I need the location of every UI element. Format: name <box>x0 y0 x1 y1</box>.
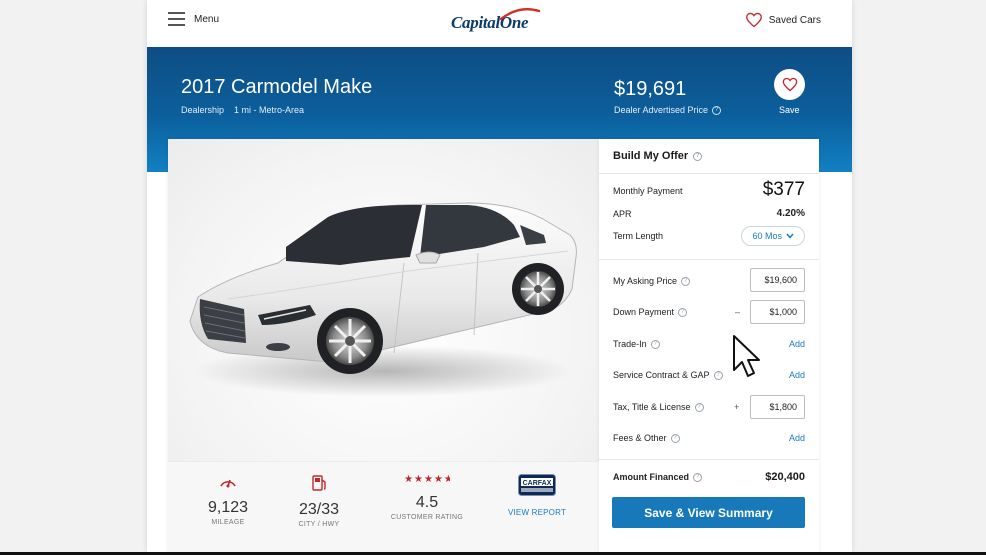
car-title: 2017 Carmodel Make <box>181 76 373 98</box>
term-length-select[interactable]: 60 Mos <box>741 226 805 246</box>
vehicle-image-card: 9,123 MILEAGE 23/33 CITY / HWY ★★★★★ 4.5… <box>168 139 599 552</box>
trade-in-add-link[interactable]: Add <box>789 339 805 349</box>
down-payment-input[interactable] <box>750 300 805 324</box>
capital-one-logo[interactable]: CapitalOne <box>451 8 541 38</box>
service-contract-label: Service Contract & GAP <box>613 370 710 380</box>
menu-label: Menu <box>194 13 220 25</box>
asking-price-row: My Asking Price ? <box>613 276 691 286</box>
carfax-icon: CARFAX <box>518 474 556 496</box>
service-contract-add-link[interactable]: Add <box>789 370 805 380</box>
fuel-economy-label: CITY / HWY <box>298 521 340 528</box>
heart-icon <box>745 12 762 28</box>
monthly-payment-label: Monthly Payment <box>613 186 683 196</box>
plus-sign: + <box>734 402 740 412</box>
divider <box>599 173 819 174</box>
fees-add-link[interactable]: Add <box>789 433 805 443</box>
down-payment-row: Down Payment ? <box>613 307 688 317</box>
asking-price-label: My Asking Price <box>613 276 678 286</box>
gauge-icon <box>220 479 236 488</box>
fees-row: Fees & Other ? <box>613 433 680 443</box>
top-nav: Menu CapitalOne Saved Cars <box>147 0 852 47</box>
vehicle-stats: 9,123 MILEAGE 23/33 CITY / HWY ★★★★★ 4.5… <box>168 461 599 552</box>
view-report-link[interactable]: VIEW REPORT <box>505 508 569 517</box>
apr-row: APR <box>613 209 632 219</box>
info-icon[interactable]: ? <box>681 276 691 286</box>
hamburger-icon <box>168 12 185 26</box>
minus-sign: – <box>735 307 741 317</box>
info-icon[interactable]: ? <box>693 472 702 482</box>
apr-value: 4.20% <box>776 208 805 219</box>
chevron-down-icon <box>786 233 794 239</box>
logo-swoosh-icon <box>499 8 541 21</box>
build-offer-panel: Build My Offer ? Monthly Payment $377 AP… <box>599 139 819 552</box>
fees-label: Fees & Other <box>613 433 667 443</box>
history-report-stat: CARFAX VIEW REPORT <box>505 474 569 517</box>
offer-title-text: Build My Offer <box>613 150 689 162</box>
advertised-price: $19,691 <box>614 78 687 100</box>
info-icon[interactable]: ? <box>650 339 660 349</box>
tax-title-license-label: Tax, Title & License <box>613 402 691 412</box>
mouse-pointer-icon <box>733 335 760 377</box>
save-view-summary-button[interactable]: Save & View Summary <box>612 497 805 528</box>
term-length-row: Term Length <box>613 231 663 241</box>
saved-cars-label: Saved Cars <box>768 14 821 26</box>
offer-title: Build My Offer ? <box>613 150 703 162</box>
info-icon[interactable]: ? <box>670 433 680 443</box>
tax-title-license-input[interactable] <box>750 395 805 419</box>
rating-value: 4.5 <box>415 494 439 511</box>
amount-financed-row: Amount Financed ? <box>613 472 702 482</box>
fuel-pump-icon <box>312 475 326 491</box>
info-icon[interactable]: ? <box>713 370 723 380</box>
save-button[interactable] <box>774 69 805 100</box>
apr-label: APR <box>613 209 632 219</box>
term-length-label: Term Length <box>613 231 664 241</box>
rating-label: CUSTOMER RATING <box>390 514 464 521</box>
customer-rating-stat: ★★★★★ 4.5 CUSTOMER RATING <box>382 474 472 521</box>
mileage-label: MILEAGE <box>211 519 245 526</box>
info-icon[interactable]: ? <box>712 105 722 115</box>
divider <box>599 259 819 260</box>
service-contract-row: Service Contract & GAP ? <box>613 370 723 380</box>
price-caption-label: Dealer Advertised Price <box>614 105 709 115</box>
fuel-economy-stat: 23/33 CITY / HWY <box>291 474 347 528</box>
trade-in-label: Trade-In <box>613 339 647 349</box>
page: Menu CapitalOne Saved Cars 2017 Carmodel… <box>147 0 852 552</box>
asking-price-input[interactable] <box>750 268 805 292</box>
fuel-economy-value: 23/33 <box>298 501 340 518</box>
mileage-stat: 9,123 MILEAGE <box>202 474 254 526</box>
divider <box>599 459 819 460</box>
info-icon[interactable]: ? <box>694 402 704 412</box>
tax-title-license-row: Tax, Title & License ? <box>613 402 704 412</box>
info-icon[interactable]: ? <box>693 151 703 161</box>
menu-button[interactable]: Menu <box>168 12 219 26</box>
car-illustration <box>189 202 577 397</box>
info-icon[interactable]: ? <box>678 307 688 317</box>
carfax-badge-text: CARFAX <box>523 480 552 487</box>
price-caption: Dealer Advertised Price ? <box>614 105 722 115</box>
dealer-location: Dealership 1 mi - Metro-Area <box>181 105 305 115</box>
star-rating-icon: ★★★★★ <box>404 474 450 485</box>
trade-in-row: Trade-In ? <box>613 339 660 349</box>
amount-financed-value: $20,400 <box>765 471 805 483</box>
down-payment-label: Down Payment <box>613 307 675 317</box>
car-photo[interactable] <box>168 139 599 461</box>
monthly-payment-row: Monthly Payment <box>613 186 683 196</box>
term-length-value: 60 Mos <box>752 231 782 241</box>
saved-cars-button[interactable]: Saved Cars <box>745 12 821 28</box>
monthly-payment-value: $377 <box>762 179 805 200</box>
mileage-value: 9,123 <box>207 499 249 516</box>
heart-icon <box>782 77 797 92</box>
amount-financed-label: Amount Financed <box>613 472 689 482</box>
save-label: Save <box>779 105 800 115</box>
